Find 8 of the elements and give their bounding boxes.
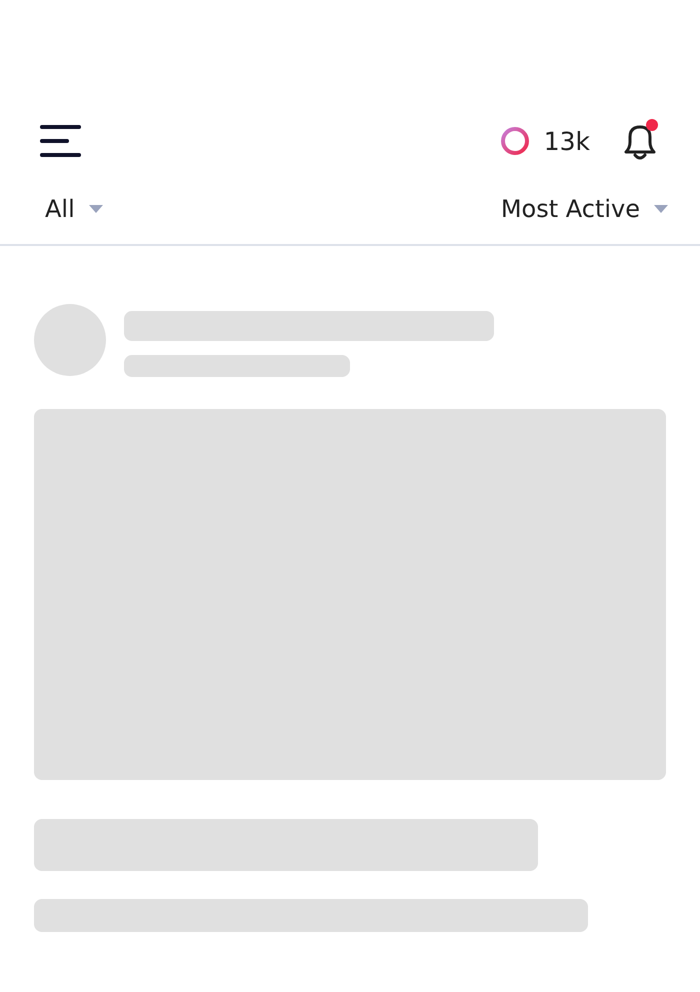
caret-icon (88, 205, 103, 213)
coin-count: 13k (544, 126, 590, 156)
filter-dropdown[interactable]: All (45, 195, 103, 223)
ring-icon (500, 126, 530, 156)
menu-button[interactable] (40, 124, 82, 158)
filter-dropdown[interactable]: Most Active (500, 195, 668, 223)
caret-icon (654, 205, 668, 213)
menu-icon (40, 124, 82, 158)
